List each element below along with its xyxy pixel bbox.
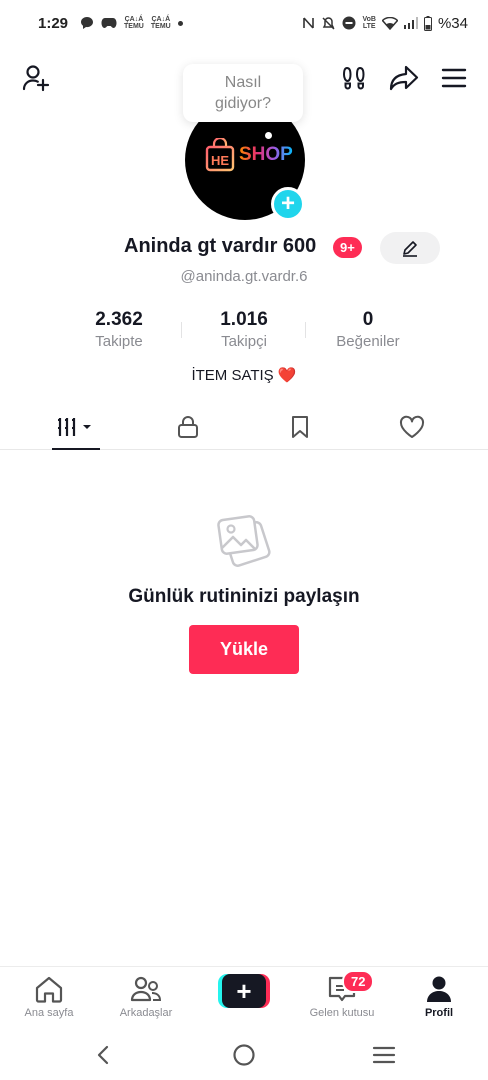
nav-home-label: Ana sayfa xyxy=(24,1007,74,1019)
plus-icon: + xyxy=(280,190,295,217)
stat-followers-value: 1.016 xyxy=(220,309,268,330)
temu-notification: ÇA↓Á TEMU xyxy=(124,16,144,30)
lock-icon xyxy=(178,416,198,438)
status-bar: 1:29 ÇA↓Á TEMU ÇA↓Á TEMU VoB LTE %34 xyxy=(0,0,488,46)
shopping-bag-icon: HE xyxy=(205,138,235,172)
battery-percent: %34 xyxy=(437,14,468,32)
nav-inbox-label: Gelen kutusu xyxy=(309,1007,375,1019)
stat-following-value: 2.362 xyxy=(95,309,143,330)
status-system-icons: VoB LTE %34 xyxy=(302,15,468,32)
nav-profile-label: Profil xyxy=(424,1007,454,1019)
game-controller-icon xyxy=(101,18,117,28)
stat-followers[interactable]: 1.016 Takipçi xyxy=(184,308,304,352)
volte-indicator: VoB LTE xyxy=(362,16,376,30)
nav-friends-label: Arkadaşlar xyxy=(119,1007,173,1019)
stat-followers-label: Takipçi xyxy=(221,333,267,350)
wifi-icon xyxy=(381,16,398,30)
stat-following[interactable]: 2.362 Takipte xyxy=(59,308,179,352)
stat-likes-value: 0 xyxy=(362,309,374,330)
create-plus-icon: + xyxy=(222,974,266,1008)
add-user-icon xyxy=(22,65,50,92)
tab-liked[interactable] xyxy=(382,404,442,450)
nav-home[interactable]: Ana sayfa xyxy=(1,967,97,1027)
notification-badge[interactable]: 9+ xyxy=(333,237,362,258)
bio-text: İTEM SATIŞ xyxy=(191,367,274,384)
home-icon xyxy=(35,976,63,1003)
recents-lines-icon xyxy=(372,1046,396,1064)
dot-icon xyxy=(177,20,183,26)
status-notification-icons: ÇA↓Á TEMU ÇA↓Á TEMU xyxy=(80,16,183,30)
stat-likes-label: Beğeniler xyxy=(336,333,400,350)
profile-name-row: Aninda gt vardır 600 9+ xyxy=(0,232,488,264)
create-video-button[interactable]: + xyxy=(218,974,270,1008)
stat-likes[interactable]: 0 Beğeniler xyxy=(308,308,428,352)
username: @aninda.gt.vardr.6 xyxy=(180,268,308,285)
tab-private[interactable] xyxy=(158,404,218,450)
stat-following-label: Takipte xyxy=(95,333,143,350)
profile-tabs xyxy=(0,404,488,450)
profile-stats: 2.362 Takipte 1.016 Takipçi 0 Beğeniler xyxy=(0,308,488,356)
add-friend-button[interactable] xyxy=(18,60,54,96)
system-recents-button[interactable] xyxy=(369,1040,399,1070)
system-back-button[interactable] xyxy=(88,1040,118,1070)
chevron-left-icon xyxy=(97,1045,109,1065)
stats-divider xyxy=(181,322,182,338)
friends-icon xyxy=(130,976,162,1002)
display-name: Aninda gt vardır 600 xyxy=(124,235,317,257)
status-prompt-tooltip[interactable]: Nasıl gidiyor? xyxy=(183,64,303,139)
circle-home-icon xyxy=(233,1044,255,1066)
grid-icon xyxy=(58,418,91,436)
avatar-brand-text: SHOP xyxy=(239,144,293,165)
share-profile-button[interactable] xyxy=(386,60,422,96)
inbox-badge: 72 xyxy=(342,970,375,993)
stats-divider xyxy=(305,322,306,338)
bookmark-icon xyxy=(292,416,308,438)
tooltip-pointer xyxy=(265,132,272,139)
share-arrow-icon xyxy=(389,65,419,91)
tab-favorites[interactable] xyxy=(270,404,330,450)
bio-heart-emoji: ❤️ xyxy=(277,367,297,384)
footprints-icon xyxy=(342,66,365,90)
tooltip-text: Nasıl gidiyor? xyxy=(214,74,272,112)
temu-notification-2: ÇA↓Á TEMU xyxy=(150,16,171,30)
edit-profile-button[interactable] xyxy=(380,232,440,264)
svg-text:HE: HE xyxy=(211,153,229,168)
heart-icon xyxy=(399,415,425,438)
avatar-logo: HE SHOP xyxy=(205,138,293,172)
do-not-disturb-icon xyxy=(342,16,356,30)
nfc-icon xyxy=(303,17,315,29)
mute-icon xyxy=(322,16,336,30)
system-home-button[interactable] xyxy=(229,1040,259,1070)
pencil-icon xyxy=(403,241,417,257)
menu-button[interactable] xyxy=(436,60,472,96)
battery-icon xyxy=(423,15,432,31)
hamburger-menu-icon xyxy=(441,68,467,88)
profile-person-icon xyxy=(427,976,451,1002)
upload-button[interactable]: Yükle xyxy=(189,625,299,674)
status-time: 1:29 xyxy=(38,14,69,32)
chat-bubble-icon xyxy=(81,17,94,29)
photos-icon xyxy=(217,515,271,567)
change-avatar-button[interactable]: + xyxy=(271,187,305,221)
nav-profile[interactable]: Profil xyxy=(391,967,487,1027)
profile-views-button[interactable] xyxy=(336,60,372,96)
system-navigation-bar xyxy=(0,1026,488,1080)
nav-friends[interactable]: Arkadaşlar xyxy=(98,967,194,1027)
tab-videos[interactable] xyxy=(46,404,106,450)
profile-bio: İTEM SATIŞ ❤️ xyxy=(0,366,488,384)
signal-icon xyxy=(403,17,418,29)
empty-state-title: Günlük rutininizi paylaşın xyxy=(128,586,360,607)
